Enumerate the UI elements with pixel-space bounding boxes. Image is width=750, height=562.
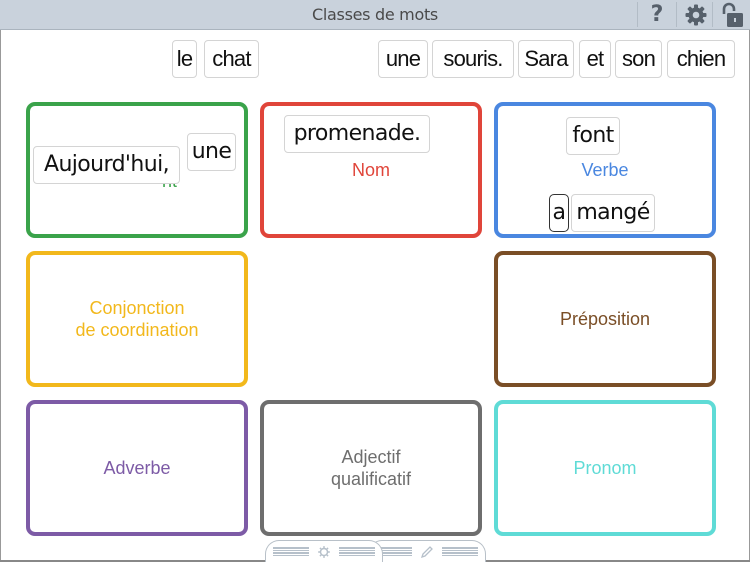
settings-button[interactable] [678,0,714,29]
category-pronom[interactable]: Pronom [494,400,716,536]
category-label: Nom [351,160,390,180]
category-label: Pronom [573,458,637,478]
title-bar: Classes de mots ? [0,0,750,30]
word-tile[interactable]: le [172,40,197,78]
category-label: Adjectif qualificatif [330,447,412,489]
word-tile[interactable]: chat [204,40,259,78]
grip-lines [339,547,375,556]
edit-tab[interactable] [368,540,486,562]
placed-word-tile[interactable]: une [187,133,236,171]
placed-word-tile[interactable]: font [566,117,620,155]
category-label: Conjonction de coordination [75,298,199,340]
word-tile[interactable]: Sara [518,40,574,78]
category-adverbe[interactable]: Adverbe [26,400,248,536]
category-label: Verbe [581,160,629,180]
frame-left [0,30,1,562]
placed-word-tile[interactable]: Aujourd'hui, [33,146,180,184]
gear-icon [685,4,707,25]
unlocked-padlock-icon [722,2,743,27]
word-tile[interactable]: souris. [432,40,514,78]
grip-lines [273,547,309,556]
question-mark-icon: ? [650,2,664,27]
category-conjonction[interactable]: Conjonction de coordination [26,251,248,387]
category-adjectif[interactable]: Adjectif qualificatif [260,400,482,536]
help-button[interactable]: ? [639,0,675,29]
divider [637,2,638,27]
grip-lines [442,547,478,556]
lock-button[interactable] [714,0,750,29]
settings-tab[interactable] [265,540,383,562]
category-label: Préposition [559,309,651,329]
pencil-icon [420,545,433,558]
word-tile[interactable]: et [579,40,611,78]
placed-word-tile[interactable]: mangé [571,194,655,232]
word-tile[interactable]: son [615,40,662,78]
category-preposition[interactable]: Préposition [494,251,716,387]
divider [712,2,713,27]
divider [676,2,677,27]
placed-word-tile[interactable]: promenade. [284,115,430,153]
gear-icon [318,545,330,558]
placed-word-tile-selected[interactable]: a [549,194,569,232]
word-tile[interactable]: chien [667,40,735,78]
word-tile[interactable]: une [378,40,428,78]
category-label: Adverbe [103,458,171,478]
